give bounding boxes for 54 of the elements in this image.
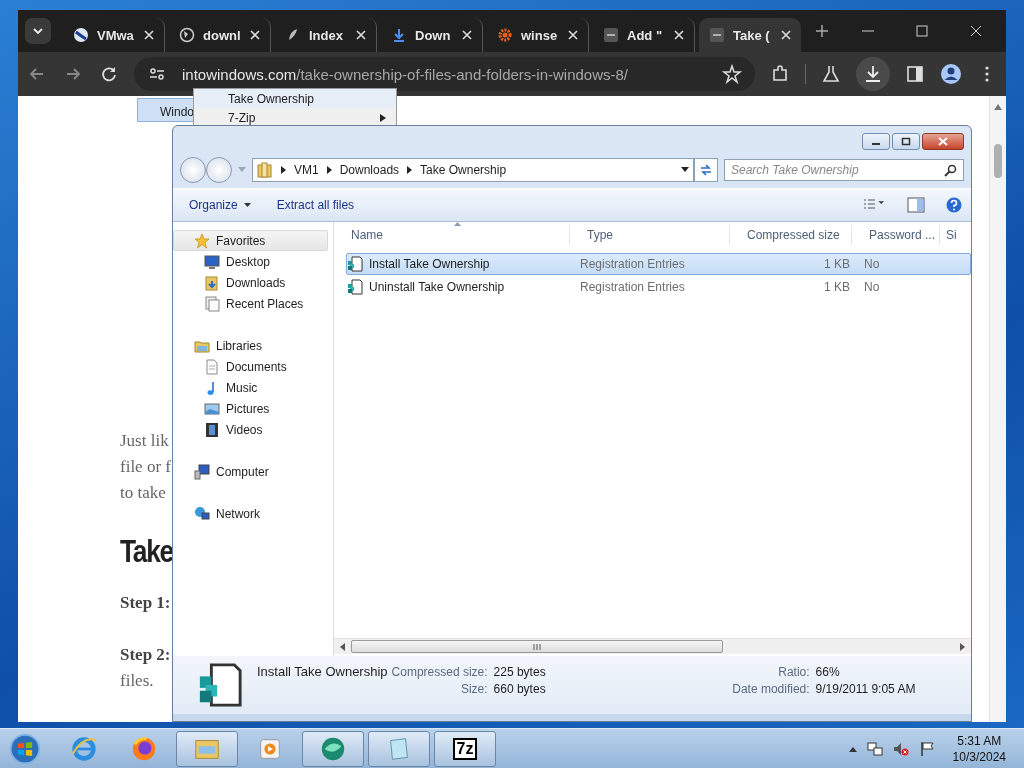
column-header[interactable]: Compressed size: [730, 225, 852, 245]
address-bar[interactable]: VM1 Downloads Take Ownership: [252, 158, 694, 182]
toolbar-button[interactable]: Extract all files: [268, 194, 363, 216]
table-cell-text: 1 KB: [823, 280, 851, 294]
taskbar-button[interactable]: 7z: [434, 731, 496, 767]
search-field[interactable]: Search Take Ownership: [724, 159, 964, 181]
nav-item[interactable]: Pictures: [173, 398, 328, 419]
browser-tab[interactable]: Take (: [699, 18, 801, 52]
detail-label: Ratio:: [777, 665, 810, 679]
detail-label: Size:: [459, 682, 488, 696]
column-header[interactable]: Si: [940, 225, 964, 245]
nav-item[interactable]: Favorites: [173, 230, 328, 251]
address-bar[interactable]: intowindows.com/take-ownership-of-files-and-folders-in-windows-8/: [134, 57, 755, 91]
nav-item[interactable]: Desktop: [173, 251, 328, 272]
column-header[interactable]: Password ...: [852, 225, 940, 245]
menu-item[interactable]: Take Ownership: [194, 89, 396, 108]
nav-item[interactable]: Music: [173, 377, 328, 398]
paragraph-line: file or f: [120, 456, 171, 478]
table-cell-text: No: [863, 280, 881, 294]
nav-item[interactable]: Recent Places: [173, 293, 328, 314]
file-row[interactable]: Install Take Ownership Registration Entries 1 KB No: [346, 253, 971, 275]
file-name: Uninstall Take Ownership: [369, 280, 505, 294]
column-header[interactable]: Type: [570, 225, 730, 245]
table-cell-text: No: [863, 257, 881, 271]
step-label: Step 1:: [120, 593, 171, 612]
detail-value: 660 bytes: [493, 682, 547, 696]
detail-label: Date modified:: [731, 682, 810, 696]
breadcrumb-item[interactable]: Take Ownership: [420, 163, 507, 177]
nav-item[interactable]: Network: [173, 503, 328, 524]
file-name: Install Take Ownership: [369, 257, 490, 271]
file-row[interactable]: Uninstall Take Ownership Registration Entries 1 KB No: [346, 276, 971, 298]
breadcrumb-item[interactable]: Downloads: [339, 163, 400, 177]
nav-item[interactable]: Downloads: [173, 272, 328, 293]
section-heading: Take: [120, 534, 173, 570]
nav-item[interactable]: Videos: [173, 419, 328, 440]
nav-item[interactable]: Libraries: [173, 335, 328, 356]
paragraph-line: Just lik: [120, 430, 169, 452]
toolbar-button[interactable]: Organize: [181, 194, 259, 216]
detail-label: Compressed size:: [391, 665, 488, 679]
clock[interactable]: 5:31 AM 10/3/2024: [952, 733, 1006, 765]
menu-item[interactable]: 7-Zip: [194, 108, 396, 127]
paragraph-line: to take: [120, 482, 166, 504]
detail-value: 225 bytes: [493, 665, 547, 679]
table-cell-text: 1 KB: [823, 257, 851, 271]
detail-value: 9/19/2011 9:05 AM: [815, 682, 917, 696]
table-cell-text: Registration Entries: [579, 280, 686, 294]
breadcrumb-item[interactable]: VM1: [294, 163, 319, 177]
nav-item[interactable]: Computer: [173, 461, 328, 482]
step-label: Step 2:: [120, 645, 171, 664]
nav-item[interactable]: Documents: [173, 356, 328, 377]
detail-value: 66%: [815, 665, 841, 679]
paragraph-line: files.: [120, 671, 154, 690]
table-cell-text: Registration Entries: [579, 257, 686, 271]
details-file-name: Install Take Ownership: [257, 664, 388, 679]
